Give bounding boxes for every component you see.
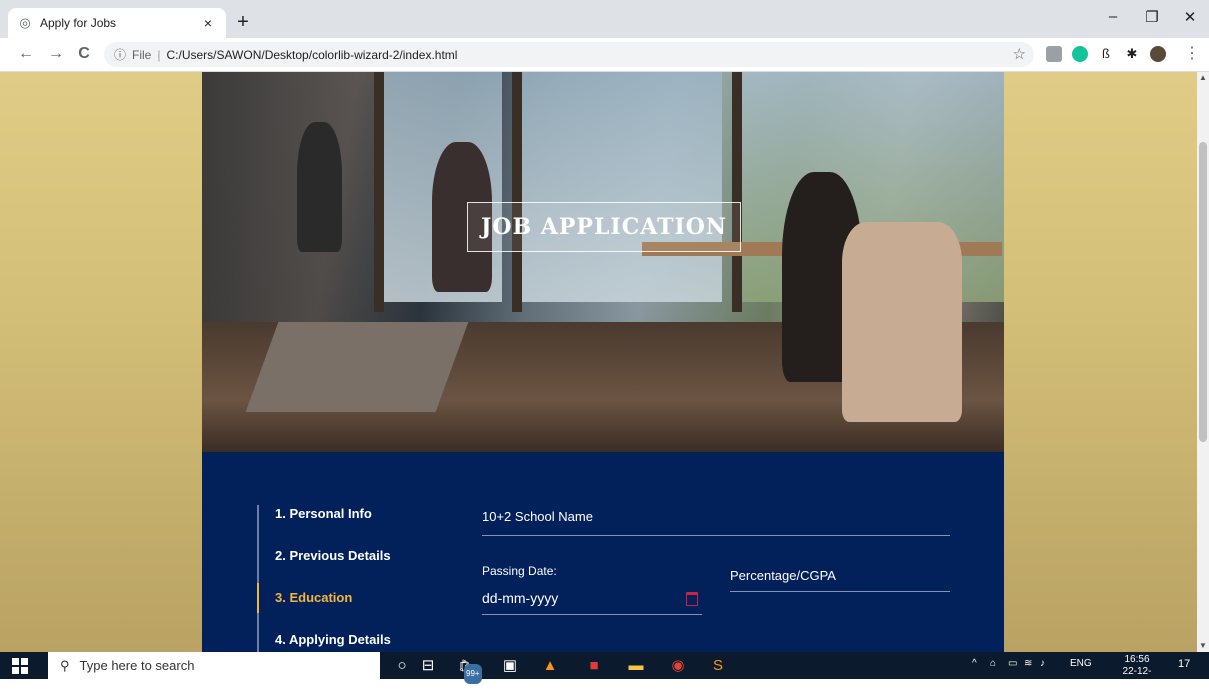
percentage-input[interactable]: Percentage/CGPA xyxy=(730,568,950,592)
restore-button[interactable]: ❐ xyxy=(1138,8,1166,26)
extension-reader-icon[interactable] xyxy=(1046,46,1062,62)
step-applying-details[interactable]: 4. Applying Details xyxy=(259,631,439,652)
scroll-up-arrow-icon[interactable]: ▲ xyxy=(1197,72,1209,84)
chrome-icon[interactable]: ◉ xyxy=(668,656,688,676)
language-indicator[interactable]: ENG xyxy=(1070,658,1092,669)
forward-button[interactable]: → xyxy=(44,43,68,65)
address-bar[interactable]: ⓘ File | C:/Users/SAWON/Desktop/colorlib… xyxy=(104,42,1034,67)
wizard-card: JOB APPLICATION 1. Personal Info 2. Prev… xyxy=(202,72,1004,652)
acrobat-icon[interactable]: ■ xyxy=(584,656,604,676)
tab-title: Apply for Jobs xyxy=(40,16,117,30)
extensions-puzzle-icon[interactable]: ✱ xyxy=(1124,46,1140,62)
hero-mullion xyxy=(732,72,742,312)
file-explorer-icon[interactable]: ▬ xyxy=(626,656,646,676)
notification-center-icon[interactable]: 17 xyxy=(1178,658,1190,670)
volume-icon[interactable]: ♪ xyxy=(1040,658,1045,669)
windows-start-icon[interactable] xyxy=(12,658,28,674)
wizard-steps: 1. Personal Info 2. Previous Details 3. … xyxy=(257,505,439,652)
hero-title-box: JOB APPLICATION xyxy=(467,202,741,252)
step-personal-info[interactable]: 1. Personal Info xyxy=(259,505,439,547)
passing-date-value: dd-mm-yyyy xyxy=(482,590,559,606)
url-separator: | xyxy=(157,47,161,62)
task-view-icon[interactable]: ⊟ xyxy=(418,656,438,676)
step-previous-details[interactable]: 2. Previous Details xyxy=(259,547,439,589)
school-name-input[interactable]: 10+2 School Name xyxy=(482,509,950,536)
notification-count: 17 xyxy=(1178,658,1191,670)
browser-tab[interactable]: ◎ Apply for Jobs × xyxy=(8,8,226,38)
hero-jacket xyxy=(842,222,962,422)
close-tab-icon[interactable]: × xyxy=(200,15,216,31)
scroll-down-arrow-icon[interactable]: ▼ xyxy=(1197,640,1209,652)
extension-user-icon[interactable]: ß xyxy=(1098,46,1114,62)
store-icon[interactable]: 🛍99+ xyxy=(450,656,482,684)
percentage-placeholder: Percentage/CGPA xyxy=(730,568,836,583)
wizard-form-panel: 1. Personal Info 2. Previous Details 3. … xyxy=(202,452,1004,652)
wifi-icon[interactable]: ≋ xyxy=(1024,658,1032,669)
tray-chevron-icon[interactable]: ^ xyxy=(972,658,977,669)
file-scheme-label: File xyxy=(132,47,152,62)
page-background: JOB APPLICATION 1. Personal Info 2. Prev… xyxy=(0,72,1197,652)
page-title: JOB APPLICATION xyxy=(480,214,728,240)
close-window-button[interactable]: ✕ xyxy=(1176,8,1204,26)
passing-date-input[interactable]: dd-mm-yyyy xyxy=(482,590,702,615)
info-icon[interactable]: ⓘ xyxy=(114,46,126,63)
back-button[interactable]: ← xyxy=(14,43,38,65)
hero-image: JOB APPLICATION xyxy=(202,72,1004,452)
taskbar-clock[interactable]: 16:56 22-12-2020 xyxy=(1112,654,1162,690)
bookmark-star-icon[interactable]: ☆ xyxy=(1013,45,1026,63)
clock-time: 16:56 xyxy=(1124,654,1150,665)
browser-toolbar: ← → C ⓘ File | C:/Users/SAWON/Desktop/co… xyxy=(0,38,1209,72)
tray-device-icon[interactable]: ⌂ xyxy=(990,658,996,669)
search-icon: ⚲ xyxy=(60,657,70,673)
cortana-icon[interactable]: ○ xyxy=(392,656,412,676)
tab-strip: ◎ Apply for Jobs × + – ❐ ✕ xyxy=(0,0,1209,38)
scroll-thumb[interactable] xyxy=(1199,142,1207,442)
store-badge: 99+ xyxy=(464,664,482,684)
hero-mullion xyxy=(512,72,522,312)
url-text: C:/Users/SAWON/Desktop/colorlib-wizard-2… xyxy=(166,47,458,62)
taskbar-search-box[interactable]: ⚲ Type here to search xyxy=(48,652,380,679)
vlc-icon[interactable]: ▲ xyxy=(540,656,560,676)
clock-date: 22-12-2020 xyxy=(1122,666,1152,689)
profile-avatar[interactable] xyxy=(1150,46,1166,62)
windows-taskbar: ⚲ Type here to search ○ ⊟ 🛍99+ ▣ ▲ ■ ▬ ◉… xyxy=(0,652,1209,689)
browser-menu-icon[interactable]: ⋮ xyxy=(1180,43,1204,65)
hero-chess-table xyxy=(245,322,469,412)
reload-button[interactable]: C xyxy=(72,43,96,65)
hero-window-2 xyxy=(522,72,722,302)
new-tab-button[interactable]: + xyxy=(232,12,254,34)
calendar-icon[interactable] xyxy=(686,592,698,606)
extension-grammarly-icon[interactable] xyxy=(1072,46,1088,62)
taskbar-search-placeholder: Type here to search xyxy=(79,658,195,673)
minimize-button[interactable]: – xyxy=(1099,8,1127,25)
school-name-placeholder: 10+2 School Name xyxy=(482,509,593,524)
page-scrollbar[interactable]: ▲ ▼ xyxy=(1197,72,1209,652)
battery-icon[interactable]: ▭ xyxy=(1008,658,1017,669)
briefcase-icon[interactable]: ▣ xyxy=(500,656,520,676)
globe-icon: ◎ xyxy=(19,15,31,30)
sublime-text-icon[interactable]: S xyxy=(708,656,728,676)
step-education[interactable]: 3. Education xyxy=(257,583,439,631)
hero-mullion xyxy=(374,72,384,312)
hero-person xyxy=(297,122,342,252)
passing-date-label: Passing Date: xyxy=(482,564,557,578)
